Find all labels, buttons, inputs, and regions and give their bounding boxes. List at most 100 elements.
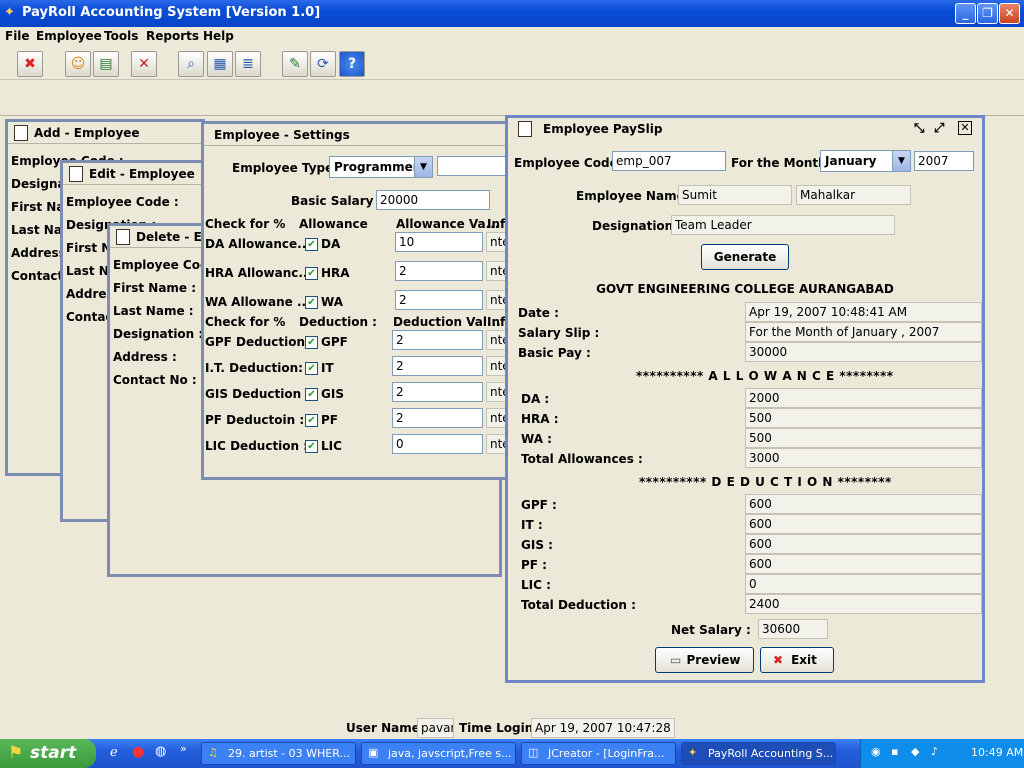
task-item[interactable]: ▣ java, javscript,Free s... — [361, 742, 516, 765]
basic-salary-field[interactable]: 20000 — [376, 190, 490, 210]
browser-icon[interactable]: ◍ — [155, 744, 166, 759]
window-titlebar: ✦ PayRoll Accounting System [Version 1.0… — [0, 0, 1024, 27]
year-field[interactable]: 2007 — [914, 151, 974, 171]
menu-help[interactable]: Help — [203, 29, 234, 43]
add-employee-title: Add - Employee — [34, 126, 140, 140]
menu-tools[interactable]: Tools — [104, 29, 138, 43]
refresh-icon[interactable]: ⟳ — [310, 51, 336, 77]
gis-checkbox[interactable]: ✔ — [305, 388, 318, 401]
preview-button[interactable]: ▭ Preview — [655, 647, 754, 673]
lic-checkbox[interactable]: ✔ — [305, 440, 318, 453]
pf-value[interactable]: 2 — [392, 408, 483, 428]
employee-name-label: Employee Name : — [576, 189, 694, 203]
menu-file[interactable]: File — [5, 29, 30, 43]
start-label: start — [30, 743, 77, 763]
da-value: 2000 — [745, 388, 982, 408]
gpf-code: GPF — [321, 335, 348, 349]
chevron-right-icon[interactable]: » — [180, 742, 187, 755]
close-icon[interactable]: ✕ — [958, 121, 972, 135]
hra-value[interactable]: 2 — [395, 261, 483, 281]
settings-titlebar[interactable]: Employee - Settings — [204, 124, 507, 146]
month-value: January — [825, 154, 877, 168]
menu-employee[interactable]: Employee — [36, 29, 102, 43]
help-icon[interactable]: ? — [339, 51, 365, 77]
chevron-down-icon: ▼ — [414, 157, 432, 177]
hra-checkbox[interactable]: ✔ — [305, 267, 318, 280]
add-employee-titlebar[interactable]: Add - Employee — [8, 122, 202, 144]
it-checkbox[interactable]: ✔ — [305, 362, 318, 375]
employee-code-field[interactable]: emp_007 — [612, 151, 726, 171]
ie-icon[interactable]: ℯ — [110, 745, 118, 760]
user-name-label: User Name: — [346, 721, 425, 735]
time-login-label: Time Login : — [459, 721, 543, 735]
payslip-titlebar[interactable]: Employee PaySlip ⤡ ⤢ ✕ — [508, 118, 982, 140]
college-name: GOVT ENGINEERING COLLEGE AURANGABAD — [596, 282, 894, 296]
tray-icon[interactable]: ▪ — [891, 745, 898, 758]
search-icon[interactable]: ⌕ — [178, 51, 204, 77]
da-code: DA — [321, 237, 341, 251]
da-checkbox[interactable]: ✔ — [305, 238, 318, 251]
task-item-active[interactable]: ✦ PayRoll Accounting S... — [681, 742, 836, 765]
pf-checkbox[interactable]: ✔ — [305, 414, 318, 427]
lic-value[interactable]: 0 — [392, 434, 483, 454]
jcreator-icon: ◫ — [528, 746, 539, 759]
col-header: Deduction Val... — [393, 315, 501, 329]
close-button[interactable]: ✕ — [999, 3, 1020, 24]
total-deduction-label: Total Deduction : — [521, 598, 636, 612]
clock[interactable]: 10:49 AM — [971, 746, 1023, 759]
edit-employee-icon[interactable]: ▤ — [93, 51, 119, 77]
pf-value: 600 — [745, 554, 982, 574]
wa-checkbox[interactable]: ✔ — [305, 296, 318, 309]
task-label: 29. artist - 03 WHER... — [228, 747, 350, 760]
salary-slip-label: Salary Slip : — [518, 326, 600, 340]
payslip-icon[interactable]: ✎ — [282, 51, 308, 77]
month-select[interactable]: January ▼ — [820, 150, 911, 172]
menu-reports[interactable]: Reports — [146, 29, 199, 43]
designation-label: Designation : — [592, 219, 683, 233]
generate-button[interactable]: Generate — [701, 244, 789, 270]
delete-employee-icon[interactable]: ✕ — [131, 51, 157, 77]
task-item[interactable]: ♫ 29. artist - 03 WHER... — [201, 742, 356, 765]
wa-label: WA Allowane ... — [205, 295, 311, 309]
settings-icon[interactable]: ≣ — [235, 51, 261, 77]
wa-value: 500 — [745, 428, 982, 448]
col-header: Check for % — [205, 217, 286, 231]
employee-type-select[interactable]: Programmer ▼ — [329, 156, 433, 178]
label: Designation : — [113, 327, 204, 341]
iconify-icon[interactable]: ⤡ — [914, 118, 924, 140]
task-item[interactable]: ◫ JCreator - [LoginFra... — [521, 742, 676, 765]
restore-button[interactable]: ❐ — [977, 3, 998, 24]
edit-employee-titlebar[interactable]: Edit - Employee — [63, 163, 207, 185]
employee-code-label: Employee Code: — [514, 156, 623, 170]
gpf-checkbox[interactable]: ✔ — [305, 336, 318, 349]
start-button[interactable]: ⚑ start — [0, 739, 96, 768]
add-employee-icon[interactable]: ☺ — [65, 51, 91, 77]
tray-icon[interactable]: ◆ — [911, 745, 919, 758]
volume-icon[interactable]: ♪ — [931, 745, 938, 758]
maximize-icon[interactable]: ⤢ — [934, 118, 944, 140]
gis-value[interactable]: 2 — [392, 382, 483, 402]
exit-button[interactable]: ✖ Exit — [760, 647, 834, 673]
tray-icon[interactable]: ◉ — [871, 745, 881, 758]
last-name-field: Mahalkar — [796, 185, 911, 205]
opera-icon[interactable]: ● — [132, 744, 144, 760]
label: Address : — [113, 350, 177, 364]
preview-label: Preview — [686, 653, 741, 667]
lic-label: LIC : — [521, 578, 551, 592]
col-header: Allowance Va... — [396, 217, 500, 231]
wa-value[interactable]: 2 — [395, 290, 483, 310]
employee-type-input[interactable] — [437, 156, 507, 176]
basic-salary-label: Basic Salary : — [291, 194, 383, 208]
minimize-button[interactable]: _ — [955, 3, 976, 24]
employee-type-value: Programmer — [334, 160, 419, 174]
lic-code: LIC — [321, 439, 342, 453]
basic-pay-value: 30000 — [745, 342, 982, 362]
exit-icon[interactable]: ✖ — [17, 51, 43, 77]
gis-value: 600 — [745, 534, 982, 554]
calculator-icon[interactable]: ▦ — [207, 51, 233, 77]
da-value[interactable]: 10 — [395, 232, 483, 252]
it-value[interactable]: 2 — [392, 356, 483, 376]
gpf-value[interactable]: 2 — [392, 330, 483, 350]
deduction-header: ********** D E D U C T I O N ******** — [639, 475, 892, 489]
chevron-down-icon: ▼ — [892, 151, 910, 171]
